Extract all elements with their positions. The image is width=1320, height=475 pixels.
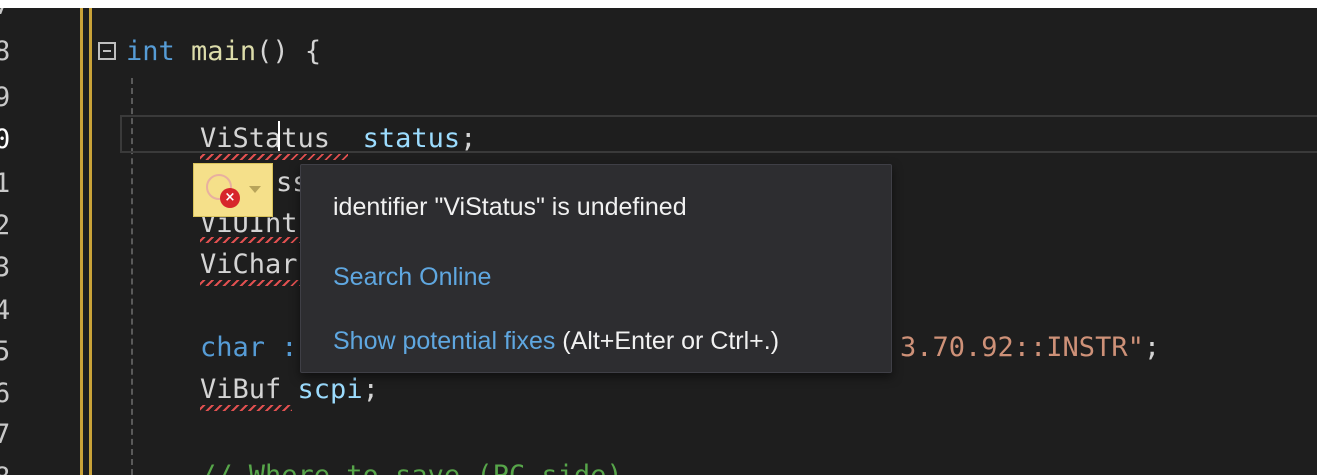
code-line-10[interactable]: ViStatus status; (200, 119, 476, 159)
text-caret (278, 121, 280, 151)
code-line-13[interactable]: ViChar (200, 245, 298, 285)
line-number: 8 (0, 458, 34, 475)
string-literal: 3.70.92::INSTR" (900, 332, 1144, 363)
type-vibuf: ViBuf (200, 374, 282, 405)
line-number: 6 (0, 378, 11, 409)
code-comment: // Where to save (PC side) (200, 460, 623, 475)
keyword-char: char : (200, 332, 298, 363)
line-number: 5 (0, 336, 11, 367)
line-number: 0 (0, 124, 11, 155)
type-vistatus: ViStatus (200, 123, 331, 154)
code-punct: ; (362, 374, 379, 405)
line-number: 3 (0, 252, 11, 283)
code-line-16[interactable]: ViBuf scpi; (200, 370, 379, 410)
line-number: 2 (0, 210, 11, 241)
line-number: 8 (0, 36, 11, 67)
error-icon: × (220, 188, 240, 208)
variable-status: status (362, 123, 461, 154)
code-punct: ; (460, 123, 477, 154)
change-bar (89, 8, 92, 475)
code-line-15-tail[interactable]: 3.70.92::INSTR"; (900, 328, 1160, 368)
lightbulb-button[interactable]: × (193, 163, 273, 217)
error-squiggle (200, 405, 292, 411)
code-punct: ; (1143, 332, 1161, 363)
line-number: 7 (0, 419, 11, 450)
function-main: main (191, 36, 257, 67)
error-squiggle (200, 237, 300, 243)
line-number: 1 (0, 168, 11, 199)
line-number: 4 (0, 295, 11, 326)
search-online-link[interactable]: Search Online (333, 263, 491, 292)
chevron-down-icon[interactable] (249, 186, 261, 193)
line-number: 9 (0, 82, 11, 113)
shortcut-hint: (Alt+Enter or Ctrl+.) (555, 327, 780, 355)
keyword-int: int (126, 36, 175, 67)
change-bar (80, 8, 83, 475)
code-punct: () { (256, 36, 322, 67)
code-fragment: ViChar (200, 249, 298, 280)
error-squiggle (200, 280, 300, 286)
code-editor[interactable]: 7 8 9 0 1 2 3 4 5 6 7 8 int main() { ViStatus statu… (0, 8, 1317, 475)
error-message: identifier "ViStatus" is undefined (333, 193, 687, 221)
code-line-15[interactable]: char : (200, 328, 298, 368)
code-line-8[interactable]: int main() { (126, 32, 321, 72)
error-tooltip: identifier "ViStatus" is undefined Searc… (300, 164, 892, 373)
code-line-18[interactable]: // Where to save (PC side) (200, 456, 623, 475)
show-potential-fixes-link[interactable]: Show potential fixes (333, 327, 555, 355)
fixes-row: Show potential fixes (Alt+Enter or Ctrl+… (333, 327, 779, 356)
error-squiggle (200, 154, 348, 160)
line-number: 7 (0, 8, 34, 26)
variable-scpi: scpi (297, 374, 363, 405)
collapse-icon[interactable] (98, 42, 116, 60)
